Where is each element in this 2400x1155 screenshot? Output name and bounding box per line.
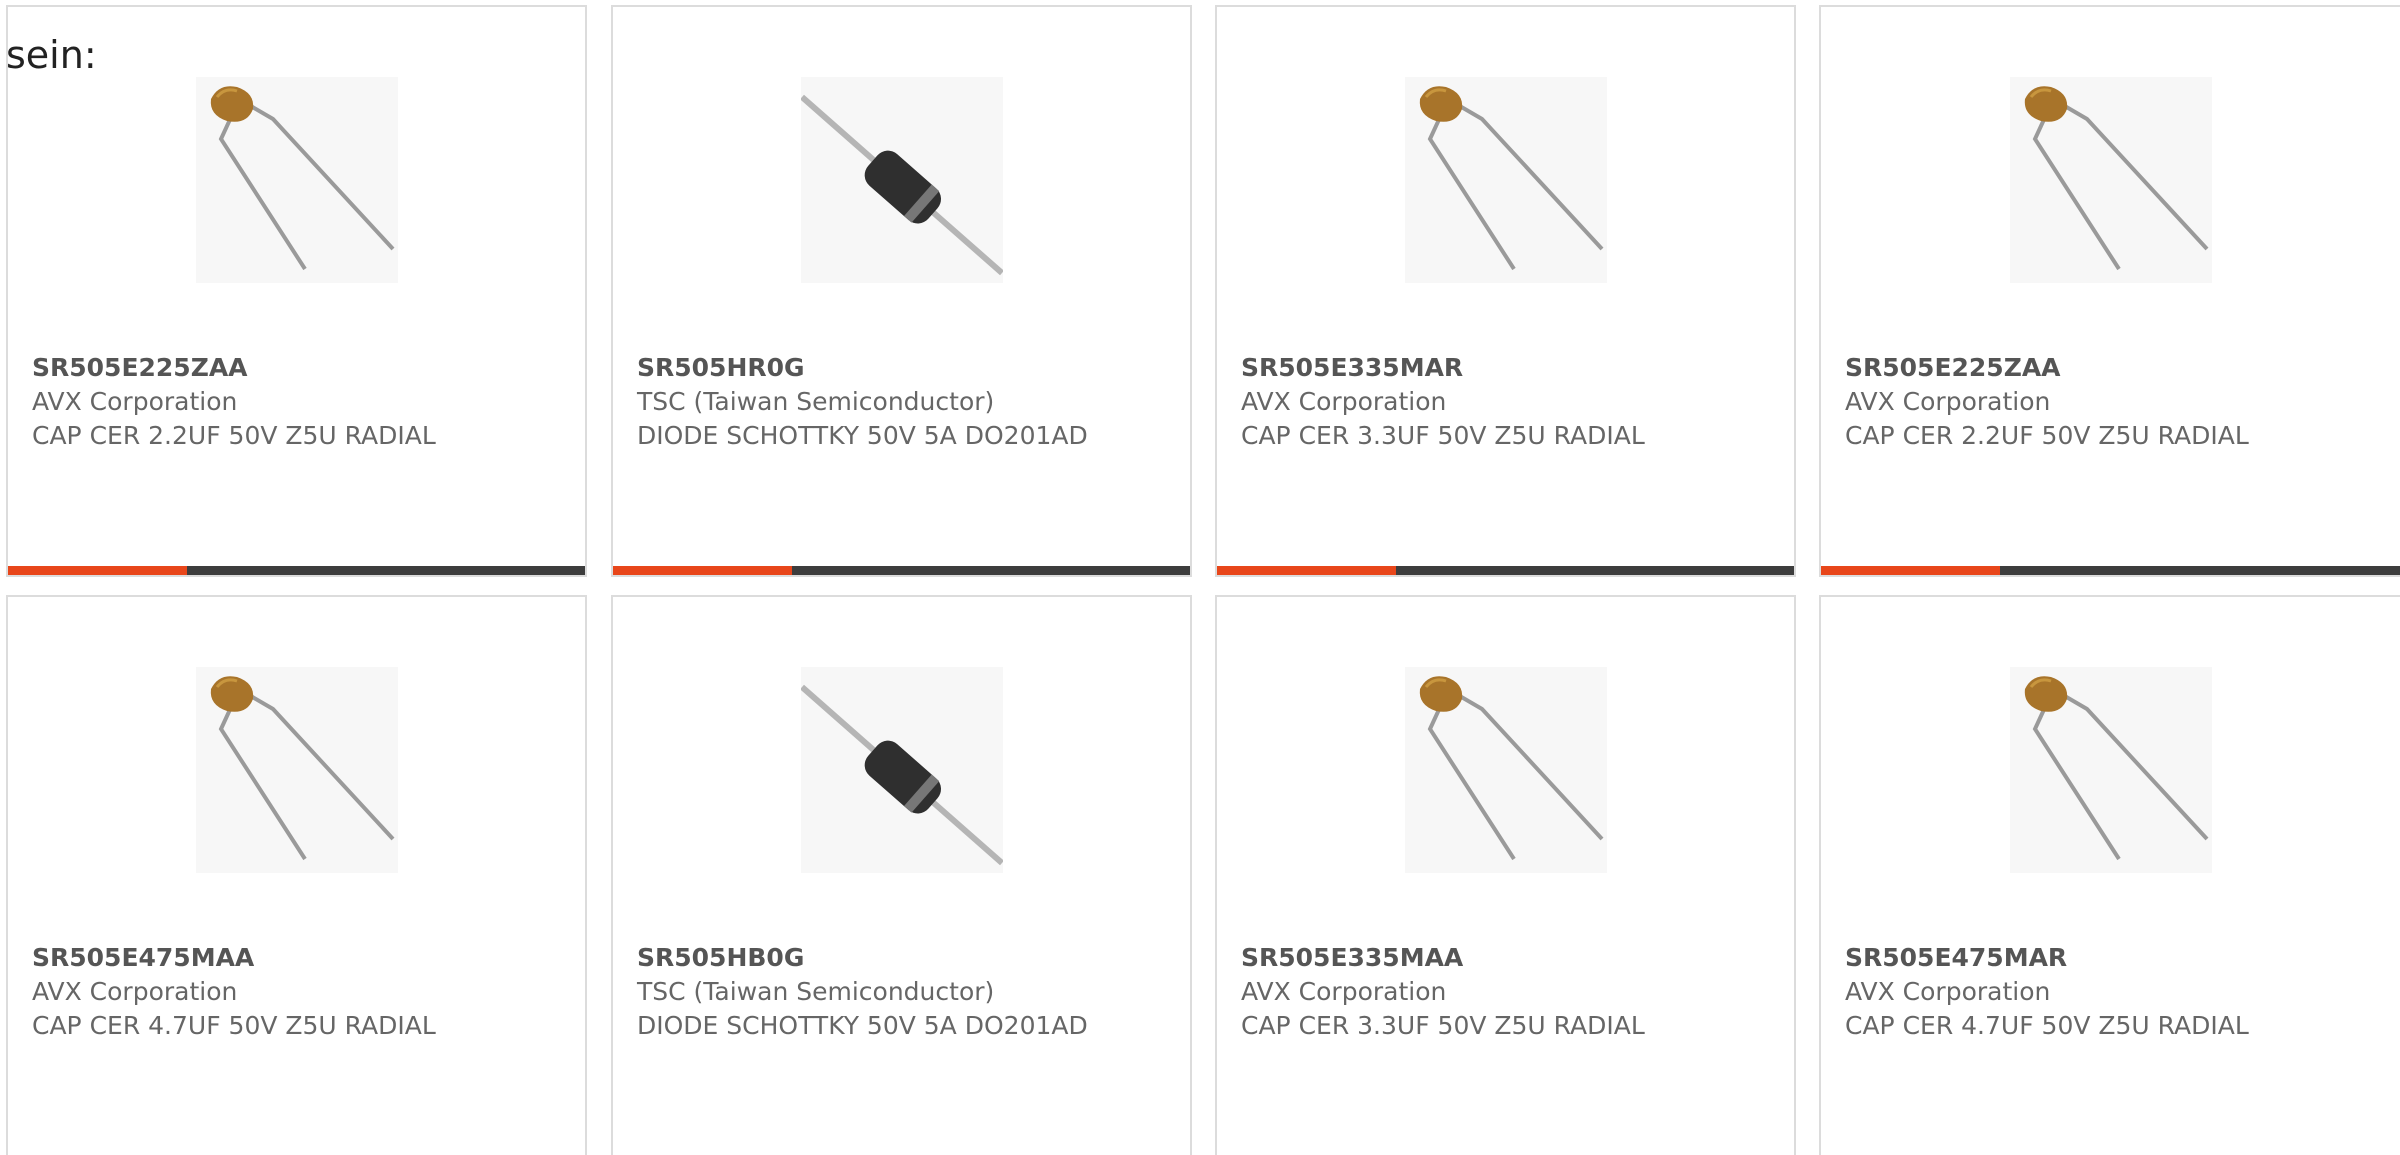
product-card[interactable]: SR505E475MAR AVX Corporation CAP CER 4.7… (1819, 595, 2400, 1155)
product-card[interactable]: SR505E225ZAA AVX Corporation CAP CER 2.2… (1819, 5, 2400, 577)
ceramic-capacitor-icon (1405, 77, 1606, 283)
card-progress-fill (1821, 566, 2001, 575)
product-grid-page: sein: SR505E225ZAA AVX Corporation CAP C… (0, 0, 2400, 1155)
product-info: SR505E225ZAA AVX Corporation CAP CER 2.2… (32, 351, 565, 453)
product-info: SR505E225ZAA AVX Corporation CAP CER 2.2… (1845, 351, 2380, 453)
product-image[interactable] (195, 667, 398, 873)
description: CAP CER 4.7UF 50V Z5U RADIAL (1845, 1011, 2249, 1040)
card-progress-fill (1217, 566, 1396, 575)
product-info: SR505E335MAA AVX Corporation CAP CER 3.3… (1241, 941, 1774, 1043)
ceramic-capacitor-icon (196, 77, 397, 283)
product-info: SR505E335MAR AVX Corporation CAP CER 3.3… (1241, 351, 1774, 453)
card-progress-bar (8, 566, 585, 575)
product-card[interactable]: SR505HB0G TSC (Taiwan Semiconductor) DIO… (611, 595, 1192, 1155)
product-info: SR505HR0G TSC (Taiwan Semiconductor) DIO… (637, 351, 1170, 453)
product-image[interactable] (195, 77, 398, 283)
product-card[interactable]: SR505E475MAA AVX Corporation CAP CER 4.7… (6, 595, 587, 1155)
description: CAP CER 2.2UF 50V Z5U RADIAL (32, 421, 436, 450)
manufacturer: AVX Corporation (1241, 387, 1447, 416)
manufacturer: AVX Corporation (1845, 387, 2051, 416)
product-image[interactable] (1404, 667, 1607, 873)
product-image[interactable] (1404, 77, 1607, 283)
card-progress-bar (1821, 566, 2400, 575)
part-number[interactable]: SR505E225ZAA (32, 351, 565, 385)
part-number[interactable]: SR505E335MAA (1241, 941, 1774, 975)
part-number[interactable]: SR505E475MAR (1845, 941, 2380, 975)
description: CAP CER 3.3UF 50V Z5U RADIAL (1241, 1011, 1645, 1040)
product-image[interactable] (2009, 667, 2212, 873)
manufacturer: TSC (Taiwan Semiconductor) (637, 977, 995, 1006)
description: CAP CER 3.3UF 50V Z5U RADIAL (1241, 421, 1645, 450)
card-progress-bar (613, 566, 1190, 575)
product-card[interactable]: SR505E335MAA AVX Corporation CAP CER 3.3… (1215, 595, 1796, 1155)
manufacturer: TSC (Taiwan Semiconductor) (637, 387, 995, 416)
ceramic-capacitor-icon (2010, 77, 2211, 283)
part-number[interactable]: SR505HB0G (637, 941, 1170, 975)
product-card[interactable]: SR505E335MAR AVX Corporation CAP CER 3.3… (1215, 5, 1796, 577)
ceramic-capacitor-icon (2010, 667, 2211, 873)
manufacturer: AVX Corporation (1845, 977, 2051, 1006)
description: CAP CER 4.7UF 50V Z5U RADIAL (32, 1011, 436, 1040)
part-number[interactable]: SR505HR0G (637, 351, 1170, 385)
part-number[interactable]: SR505E335MAR (1241, 351, 1774, 385)
description: DIODE SCHOTTKY 50V 5A DO201AD (637, 1011, 1088, 1040)
schottky-diode-icon (800, 77, 1003, 283)
product-image[interactable] (800, 77, 1003, 283)
ceramic-capacitor-icon (1405, 667, 1606, 873)
product-image[interactable] (800, 667, 1003, 873)
product-info: SR505E475MAA AVX Corporation CAP CER 4.7… (32, 941, 565, 1043)
schottky-diode-icon (800, 667, 1003, 873)
product-image[interactable] (2009, 77, 2212, 283)
card-progress-fill (8, 566, 187, 575)
part-number[interactable]: SR505E475MAA (32, 941, 565, 975)
lead-text: sein: (6, 33, 97, 77)
card-progress-bar (1217, 566, 1794, 575)
manufacturer: AVX Corporation (32, 387, 238, 416)
product-card[interactable]: SR505HR0G TSC (Taiwan Semiconductor) DIO… (611, 5, 1192, 577)
part-number[interactable]: SR505E225ZAA (1845, 351, 2380, 385)
ceramic-capacitor-icon (196, 667, 397, 873)
product-card[interactable]: SR505E225ZAA AVX Corporation CAP CER 2.2… (6, 5, 587, 577)
description: CAP CER 2.2UF 50V Z5U RADIAL (1845, 421, 2249, 450)
description: DIODE SCHOTTKY 50V 5A DO201AD (637, 421, 1088, 450)
manufacturer: AVX Corporation (1241, 977, 1447, 1006)
card-progress-fill (613, 566, 792, 575)
product-info: SR505E475MAR AVX Corporation CAP CER 4.7… (1845, 941, 2380, 1043)
manufacturer: AVX Corporation (32, 977, 238, 1006)
product-info: SR505HB0G TSC (Taiwan Semiconductor) DIO… (637, 941, 1170, 1043)
